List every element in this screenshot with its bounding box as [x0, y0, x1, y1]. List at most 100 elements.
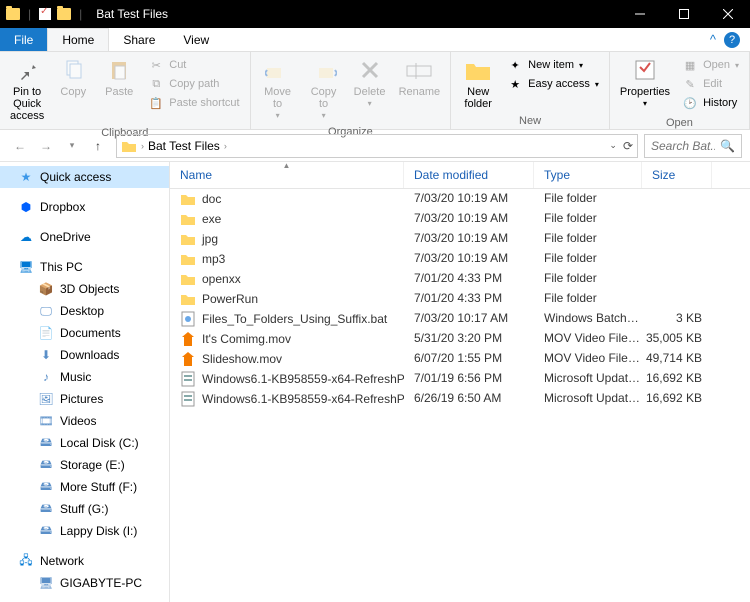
file-row[interactable]: jpg7/03/20 10:19 AMFile folder	[170, 229, 750, 249]
pin-quick-access-button[interactable]: Pin to Quick access	[4, 54, 50, 124]
navigation-pane[interactable]: ★ Quick access ⬢ Dropbox ☁ OneDrive 🖥 Th…	[0, 162, 170, 602]
address-box[interactable]: › Bat Test Files › ⌄ ⟳	[116, 134, 638, 158]
file-name: Slideshow.mov	[202, 352, 282, 366]
open-button[interactable]: ▦Open ▾	[680, 56, 741, 74]
properties-qat-icon[interactable]	[39, 8, 51, 20]
sidebar-item[interactable]: 🖴Lappy Disk (I:)	[0, 520, 169, 542]
chevron-right-icon[interactable]: ›	[141, 141, 144, 151]
file-date: 6/07/20 1:55 PM	[404, 351, 534, 367]
sidebar-item[interactable]: 📄Documents	[0, 322, 169, 344]
file-row[interactable]: PowerRun7/01/20 4:33 PMFile folder	[170, 289, 750, 309]
search-icon[interactable]: 🔍	[720, 139, 735, 153]
column-size[interactable]: Size	[642, 162, 712, 188]
sidebar-item-thispc[interactable]: 🖥 This PC	[0, 256, 169, 278]
drive-icon: 🖵	[38, 303, 54, 319]
file-row[interactable]: doc7/03/20 10:19 AMFile folder	[170, 189, 750, 209]
tab-share[interactable]: Share	[109, 28, 169, 51]
dropbox-icon: ⬢	[18, 199, 34, 215]
breadcrumb-current[interactable]: Bat Test Files	[148, 139, 220, 153]
star-icon: ★	[18, 169, 34, 185]
close-button[interactable]	[706, 0, 750, 28]
tab-file[interactable]: File	[0, 28, 47, 51]
maximize-button[interactable]	[662, 0, 706, 28]
back-button[interactable]: ←	[8, 134, 32, 158]
search-box[interactable]: 🔍	[644, 134, 742, 158]
help-icon[interactable]: ?	[724, 32, 740, 48]
new-folder-button[interactable]: New folder	[455, 54, 501, 112]
sidebar-label: Documents	[60, 326, 121, 340]
paste-button[interactable]: Paste	[96, 54, 142, 100]
paste-shortcut-button[interactable]: 📋Paste shortcut	[146, 94, 241, 112]
delete-button[interactable]: Delete▾	[347, 54, 393, 111]
sidebar-item[interactable]: 🖴Local Disk (C:)	[0, 432, 169, 454]
copy-path-button[interactable]: ⧉Copy path	[146, 75, 241, 93]
sidebar-item-quick-access[interactable]: ★ Quick access	[0, 166, 169, 188]
sidebar-item-network[interactable]: 🖧 Network	[0, 550, 169, 572]
copy-button[interactable]: Copy	[50, 54, 96, 100]
minimize-button[interactable]	[618, 0, 662, 28]
sidebar-item-onedrive[interactable]: ☁ OneDrive	[0, 226, 169, 248]
sidebar-item-dropbox[interactable]: ⬢ Dropbox	[0, 196, 169, 218]
file-row[interactable]: Windows6.1-KB958559-x64-RefreshPkg (...7…	[170, 369, 750, 389]
sidebar-item[interactable]: 🖴Stuff (G:)	[0, 498, 169, 520]
recent-dropdown[interactable]: ▾	[60, 134, 84, 158]
file-type: File folder	[534, 231, 642, 247]
chevron-right-icon[interactable]: ›	[224, 141, 227, 151]
file-row[interactable]: Slideshow.mov6/07/20 1:55 PMMOV Video Fi…	[170, 349, 750, 369]
file-date: 7/03/20 10:19 AM	[404, 251, 534, 267]
sidebar-item[interactable]: ♪Music	[0, 366, 169, 388]
file-name: openxx	[202, 272, 241, 286]
file-list[interactable]: ▲Name Date modified Type Size doc7/03/20…	[170, 162, 750, 602]
msu-icon	[180, 371, 196, 387]
file-name: PowerRun	[202, 292, 258, 306]
column-date[interactable]: Date modified	[404, 162, 534, 188]
refresh-icon[interactable]: ⟳	[623, 139, 633, 153]
file-name: Windows6.1-KB958559-x64-RefreshPkg (...	[202, 372, 404, 386]
rename-button[interactable]: Rename	[393, 54, 447, 100]
search-input[interactable]	[651, 139, 715, 153]
tab-view[interactable]: View	[169, 28, 223, 51]
file-row[interactable]: openxx7/01/20 4:33 PMFile folder	[170, 269, 750, 289]
sidebar-item[interactable]: 🎞Videos	[0, 410, 169, 432]
properties-button[interactable]: Properties▾	[614, 54, 676, 111]
new-item-button[interactable]: ✦New item ▾	[505, 56, 601, 74]
sidebar-item[interactable]: 🖴Storage (E:)	[0, 454, 169, 476]
easy-access-icon: ★	[507, 76, 523, 92]
sidebar-item[interactable]: 🖼Pictures	[0, 388, 169, 410]
separator: |	[28, 7, 31, 21]
dropdown-icon[interactable]: ⌄	[609, 140, 617, 151]
file-row[interactable]: Files_To_Folders_Using_Suffix.bat7/03/20…	[170, 309, 750, 329]
file-row[interactable]: It's Comimg.mov5/31/20 3:20 PMMOV Video …	[170, 329, 750, 349]
sidebar-item[interactable]: ⬇Downloads	[0, 344, 169, 366]
copy-icon	[59, 56, 87, 84]
file-row[interactable]: exe7/03/20 10:19 AMFile folder	[170, 209, 750, 229]
edit-button[interactable]: ✎Edit	[680, 75, 741, 93]
sidebar-label: Network	[40, 554, 84, 568]
history-icon: 🕑	[682, 95, 698, 111]
content-area: ★ Quick access ⬢ Dropbox ☁ OneDrive 🖥 Th…	[0, 162, 750, 602]
tab-home[interactable]: Home	[47, 28, 109, 51]
sidebar-item[interactable]: 📦3D Objects	[0, 278, 169, 300]
move-to-button[interactable]: Move to▾	[255, 54, 301, 123]
up-button[interactable]: ↑	[86, 134, 110, 158]
sidebar-item[interactable]: 🖵Desktop	[0, 300, 169, 322]
easy-access-button[interactable]: ★Easy access ▾	[505, 75, 601, 93]
folder-icon[interactable]	[57, 8, 71, 20]
sidebar-item[interactable]: 🖴More Stuff (F:)	[0, 476, 169, 498]
history-button[interactable]: 🕑History	[680, 94, 741, 112]
column-type[interactable]: Type	[534, 162, 642, 188]
folder-icon[interactable]	[6, 8, 20, 20]
column-name[interactable]: ▲Name	[170, 162, 404, 188]
file-type: Microsoft Update ...	[534, 391, 642, 407]
file-row[interactable]: Windows6.1-KB958559-x64-RefreshPkg....6/…	[170, 389, 750, 409]
sidebar-item[interactable]: 🖥GIGABYTE-PC	[0, 572, 169, 594]
forward-button[interactable]: →	[34, 134, 58, 158]
copy-to-button[interactable]: Copy to▾	[301, 54, 347, 123]
titlebar: | | Bat Test Files	[0, 0, 750, 28]
bat-icon	[180, 311, 196, 327]
file-type: File folder	[534, 291, 642, 307]
drive-icon: 🖴	[38, 501, 54, 517]
collapse-ribbon-icon[interactable]: ^	[710, 32, 716, 47]
file-row[interactable]: mp37/03/20 10:19 AMFile folder	[170, 249, 750, 269]
cut-button[interactable]: ✂Cut	[146, 56, 241, 74]
